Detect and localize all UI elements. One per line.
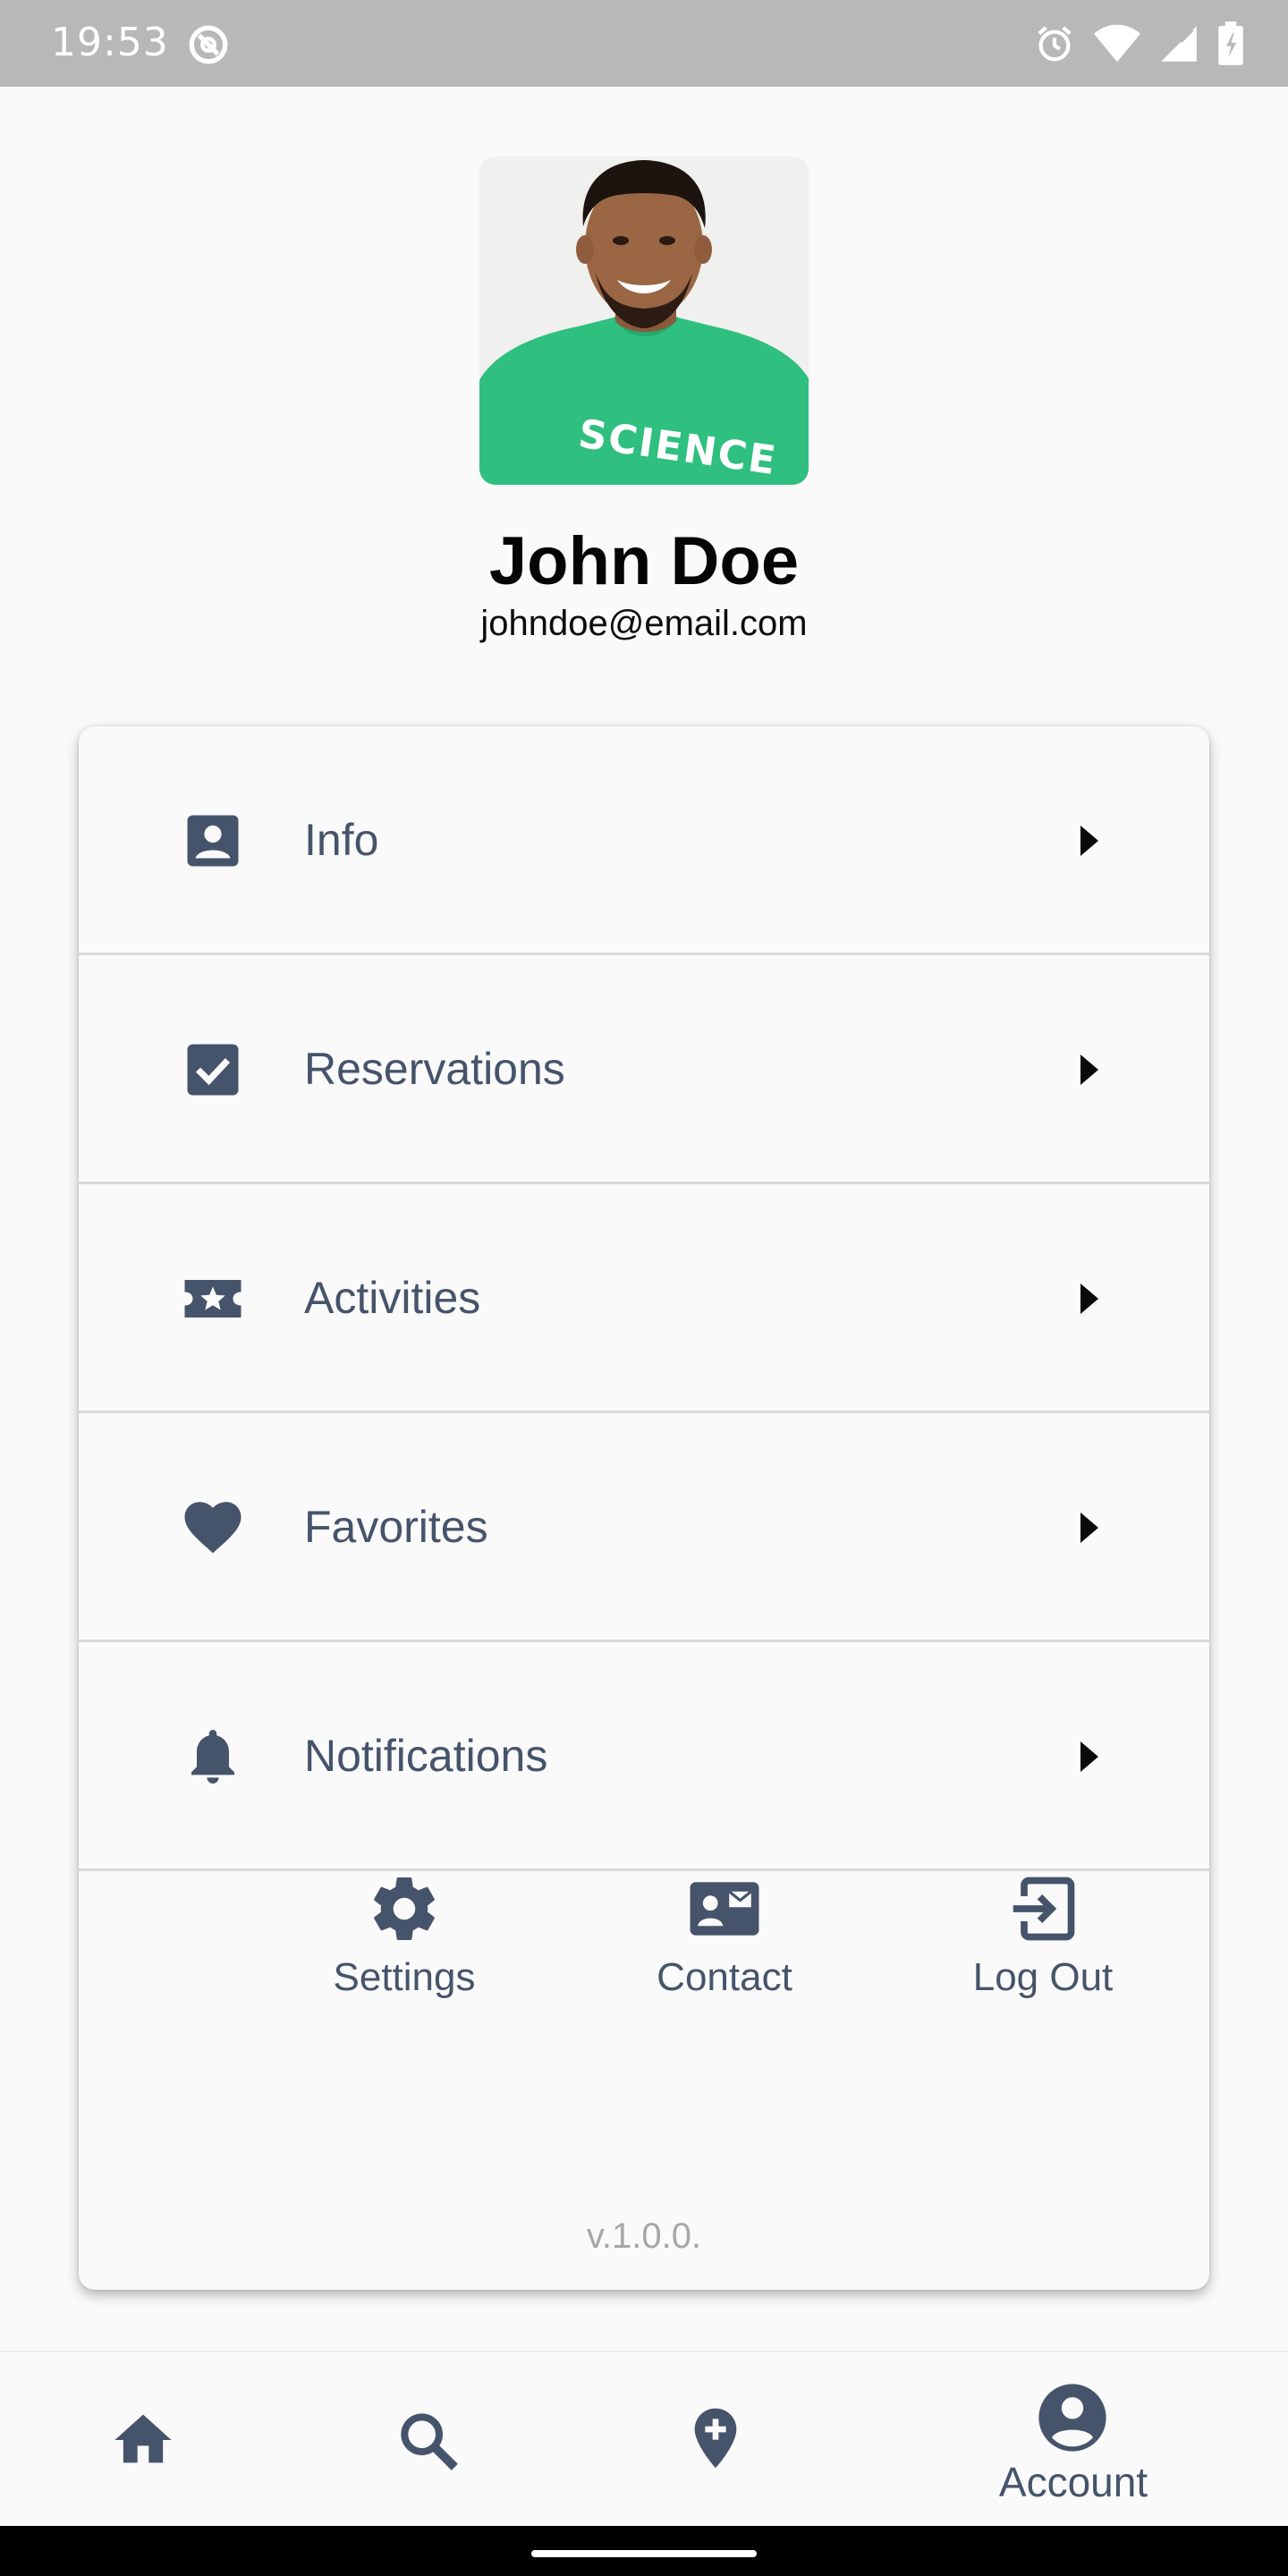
home-icon xyxy=(114,2414,172,2463)
contact-card-icon xyxy=(690,1882,759,1936)
contact-label: Contact xyxy=(657,1955,792,1999)
profile-email: johndoe@email.com xyxy=(480,604,808,643)
gear-icon xyxy=(374,1877,435,1940)
nav-account-label: Account xyxy=(998,2459,1148,2505)
menu-item-activities[interactable]: Activities xyxy=(79,1184,1209,1413)
arrow-right-icon xyxy=(1080,1741,1098,1772)
account-circle-icon xyxy=(1038,2384,1106,2452)
system-navigation-bar xyxy=(0,2526,1288,2576)
wifi-icon xyxy=(1094,24,1140,63)
menu-item-notifications[interactable]: Notifications xyxy=(79,1642,1209,1871)
status-icons xyxy=(1034,21,1245,66)
ticket-star-icon xyxy=(184,1280,242,1318)
account-box-icon xyxy=(187,815,239,867)
avatar: SCIENCE xyxy=(479,157,809,485)
settings-label: Settings xyxy=(333,1955,476,1999)
settings-button[interactable]: Settings xyxy=(297,1871,512,2000)
battery-icon xyxy=(1218,21,1243,65)
arrow-right-icon xyxy=(1080,1055,1098,1085)
contact-button[interactable]: Contact xyxy=(617,1871,832,2000)
logout-label: Log Out xyxy=(972,1955,1114,1999)
menu-item-favorites[interactable]: Favorites xyxy=(79,1413,1209,1642)
profile-name: John Doe xyxy=(488,523,800,599)
menu-item-label: Notifications xyxy=(304,1731,548,1781)
bottom-navigation: Account xyxy=(0,2351,1288,2528)
arrow-right-icon xyxy=(1080,1284,1098,1314)
quick-actions: Settings Contact Log Out xyxy=(79,1871,1209,2050)
arrow-right-icon xyxy=(1080,1513,1098,1543)
nav-home[interactable] xyxy=(54,2352,233,2528)
cell-signal-icon xyxy=(1161,26,1197,62)
status-time: 19:53 xyxy=(51,20,169,65)
menu-item-info[interactable]: Info xyxy=(79,726,1209,955)
app-version: v.1.0.0. xyxy=(586,2216,702,2256)
data-saver-icon xyxy=(189,25,228,64)
menu-item-reservations[interactable]: Reservations xyxy=(79,955,1209,1184)
logout-button[interactable]: Log Out xyxy=(936,1871,1150,2000)
search-icon xyxy=(401,2413,458,2470)
menu-item-label: Favorites xyxy=(304,1502,488,1552)
menu-item-label: Activities xyxy=(304,1273,481,1323)
nav-add-location[interactable] xyxy=(626,2352,805,2528)
logout-icon xyxy=(1013,1877,1075,1941)
home-gesture-handle[interactable] xyxy=(531,2550,757,2557)
nav-search[interactable] xyxy=(340,2352,519,2528)
account-menu-card: Info Reservations Activities Favorites N… xyxy=(79,726,1209,2290)
alarm-icon xyxy=(1038,26,1072,62)
heart-icon xyxy=(184,1502,242,1554)
bell-icon xyxy=(191,1730,234,1784)
arrow-right-icon xyxy=(1080,826,1098,856)
menu-item-label: Info xyxy=(304,815,379,865)
checkbox-icon xyxy=(187,1044,239,1096)
add-location-icon xyxy=(694,2408,737,2469)
menu-item-label: Reservations xyxy=(304,1044,565,1094)
status-bar: 19:53 xyxy=(0,0,1288,87)
nav-account[interactable]: Account xyxy=(948,2352,1199,2528)
